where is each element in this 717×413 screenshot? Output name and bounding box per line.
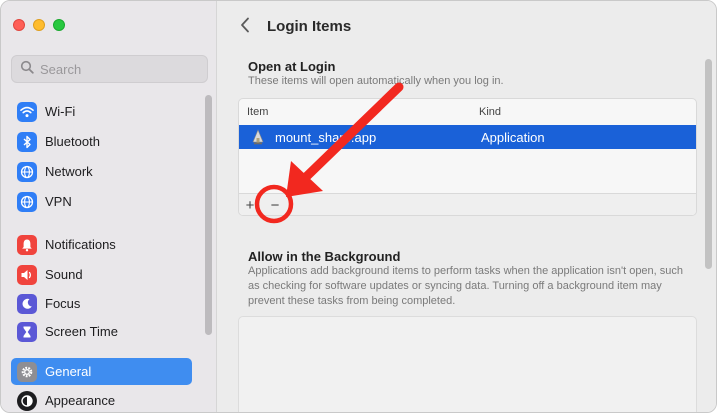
column-header-item[interactable]: Item	[247, 99, 268, 125]
main-content: Login Items Open at Login These items wi…	[217, 1, 716, 412]
sidebar: Wi-Fi Bluetooth Network VPN	[1, 1, 217, 412]
sidebar-item-screen-time[interactable]: Screen Time	[11, 318, 192, 345]
sidebar-item-label: Bluetooth	[45, 134, 100, 149]
wifi-icon	[17, 101, 37, 122]
zoom-window-button[interactable]	[53, 19, 65, 31]
close-window-button[interactable]	[13, 19, 25, 31]
sidebar-item-network[interactable]: Network	[11, 158, 192, 185]
content-scrollbar[interactable]	[705, 59, 712, 269]
appearance-icon	[17, 390, 37, 411]
section-title-open-at-login: Open at Login	[248, 59, 336, 74]
item-kind: Application	[481, 129, 545, 145]
sidebar-item-label: Sound	[45, 267, 83, 282]
settings-window: Wi-Fi Bluetooth Network VPN	[0, 0, 717, 413]
search-field[interactable]	[11, 55, 208, 83]
globe-icon	[17, 161, 37, 182]
speaker-icon	[17, 264, 37, 285]
sidebar-item-label: Focus	[45, 296, 81, 311]
sidebar-item-vpn[interactable]: VPN	[11, 188, 192, 215]
remove-item-button[interactable]: −	[264, 194, 286, 215]
back-button[interactable]	[235, 15, 255, 39]
table-row[interactable]: mount_share.app Application	[239, 125, 696, 149]
traffic-lights	[13, 19, 65, 31]
sidebar-item-label: VPN	[45, 194, 72, 209]
sidebar-item-sound[interactable]: Sound	[11, 261, 192, 288]
sidebar-item-label: Screen Time	[45, 324, 118, 339]
search-input[interactable]	[40, 61, 200, 77]
sidebar-item-notifications[interactable]: Notifications	[11, 231, 192, 258]
vpn-globe-icon	[17, 191, 37, 212]
sidebar-scrollbar[interactable]	[205, 95, 212, 335]
sidebar-item-label: General	[45, 364, 92, 379]
section-title-allow-background: Allow in the Background	[248, 249, 401, 264]
gear-icon	[17, 361, 37, 382]
sidebar-item-label: Network	[45, 164, 93, 179]
chevron-left-icon	[240, 16, 250, 39]
sidebar-item-bluetooth[interactable]: Bluetooth	[11, 128, 192, 155]
login-items-table[interactable]: Item Kind mount_share.app Application + …	[238, 98, 697, 216]
sidebar-item-wifi[interactable]: Wi-Fi	[11, 98, 192, 125]
section-description-allow-background: Applications add background items to per…	[248, 265, 684, 307]
sidebar-item-label: Wi-Fi	[45, 104, 76, 119]
add-item-button[interactable]: +	[239, 194, 261, 215]
sidebar-item-label: Appearance	[45, 393, 116, 408]
column-header-kind[interactable]: Kind	[479, 99, 501, 125]
background-items-list[interactable]	[238, 316, 697, 412]
minimize-window-button[interactable]	[33, 19, 45, 31]
header: Login Items	[217, 1, 716, 53]
page-title: Login Items	[267, 18, 352, 35]
bluetooth-icon	[17, 131, 37, 152]
app-icon	[251, 125, 265, 149]
sidebar-item-appearance[interactable]: Appearance	[11, 387, 192, 412]
hourglass-icon	[17, 321, 37, 342]
sidebar-item-focus[interactable]: Focus	[11, 290, 192, 317]
bell-icon	[17, 234, 37, 255]
moon-icon	[17, 293, 37, 314]
search-icon	[20, 60, 34, 79]
section-subtitle-open-at-login: These items will open automatically when…	[248, 75, 504, 87]
sidebar-item-label: Notifications	[45, 237, 116, 252]
sidebar-item-general[interactable]: General	[11, 358, 192, 385]
item-name: mount_share.app	[275, 129, 377, 145]
table-footer: + −	[239, 193, 696, 215]
